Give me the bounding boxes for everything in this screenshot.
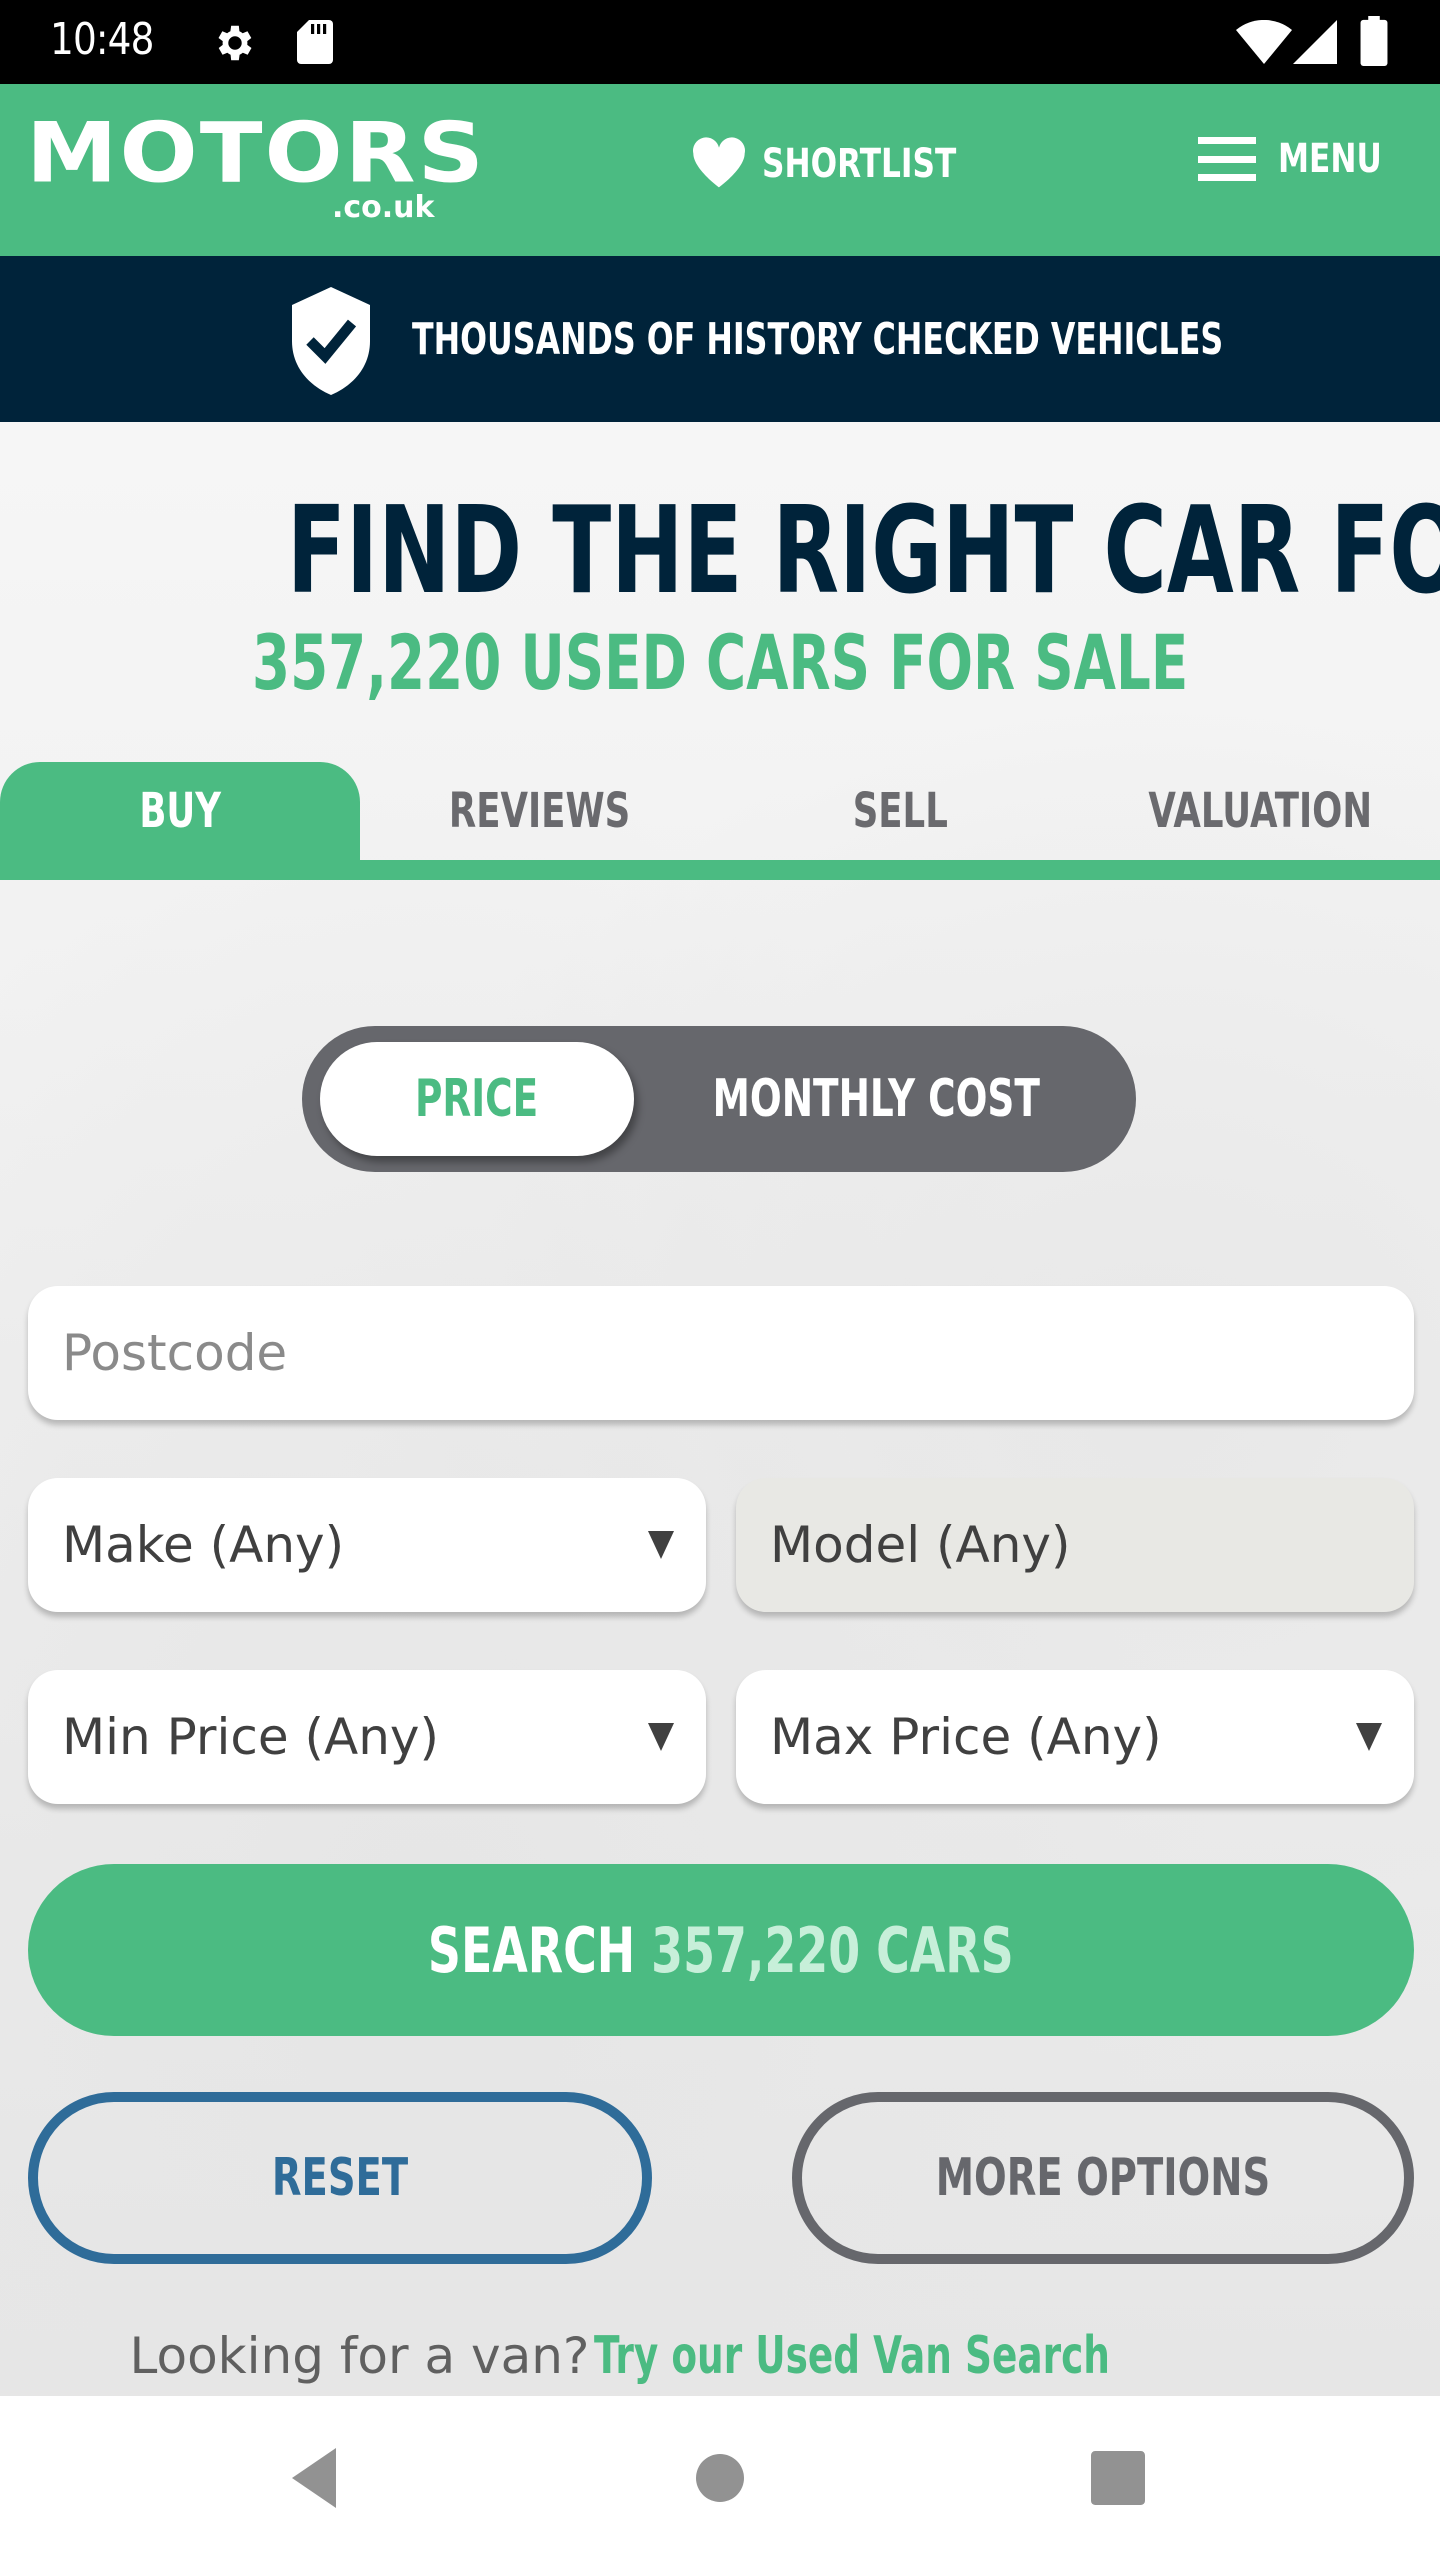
caret-down-icon [648, 1723, 674, 1751]
back-button[interactable] [238, 2396, 398, 2560]
min-price-select[interactable]: Min Price (Any) [28, 1670, 706, 1804]
make-select[interactable]: Make (Any) [28, 1478, 706, 1612]
status-bar: 10:48 [0, 0, 1440, 84]
home-icon [696, 2454, 744, 2502]
site-header: MOTORS .co.uk SHORTLIST MENU [0, 84, 1440, 256]
shortlist-label: SHORTLIST [762, 141, 957, 187]
make-value: Make (Any) [62, 1516, 345, 1574]
min-price-value: Min Price (Any) [62, 1708, 439, 1766]
gear-icon [218, 25, 252, 61]
history-checked-banner: THOUSANDS OF HISTORY CHECKED VEHICLES [0, 256, 1440, 422]
more-options-button[interactable]: MORE OPTIONS [792, 2092, 1414, 2264]
menu-label: MENU [1278, 136, 1382, 182]
hamburger-icon [1198, 137, 1256, 181]
shortlist-button[interactable]: SHORTLIST [690, 136, 1011, 192]
menu-button[interactable]: MENU [1198, 136, 1411, 182]
recents-icon [1091, 2451, 1145, 2505]
toggle-monthly-cost[interactable]: MONTHLY COST [634, 1042, 1118, 1156]
cars-for-sale-count: 357,220 USED CARS FOR SALE [251, 618, 1189, 707]
sd-card-icon [297, 20, 333, 64]
max-price-select[interactable]: Max Price (Any) [736, 1670, 1414, 1804]
heart-icon [693, 137, 745, 188]
wifi-icon [1236, 20, 1292, 64]
tab-bar: BUY REVIEWS SELL VALUATION [0, 762, 1440, 880]
search-count: 357,220 CARS [651, 1913, 1014, 1987]
tab-reviews[interactable]: REVIEWS [360, 762, 720, 880]
banner-text: THOUSANDS OF HISTORY CHECKED VEHICLES [412, 314, 1224, 365]
used-van-search-link[interactable]: Try our Used Van Search [594, 2326, 1110, 2386]
caret-down-icon [1356, 1723, 1382, 1751]
model-value: Model (Any) [770, 1516, 1071, 1574]
toggle-price[interactable]: PRICE [320, 1042, 634, 1156]
system-nav-bar [0, 2396, 1440, 2560]
reset-button[interactable]: RESET [28, 2092, 652, 2264]
search-label: SEARCH [428, 1913, 636, 1987]
postcode-input[interactable]: Postcode [28, 1286, 1414, 1420]
max-price-value: Max Price (Any) [770, 1708, 1162, 1766]
tab-sell[interactable]: SELL [720, 762, 1080, 880]
tab-buy[interactable]: BUY [0, 762, 360, 880]
van-question: Looking for a van? [129, 2327, 590, 2385]
status-time: 10:48 [50, 14, 154, 65]
model-select[interactable]: Model (Any) [736, 1478, 1414, 1612]
shield-check-icon [292, 287, 370, 395]
motors-logo[interactable]: MOTORS .co.uk [26, 104, 486, 225]
search-panel: FIND THE RIGHT CAR FOR YOU 357,220 USED … [0, 422, 1440, 2396]
recents-button[interactable] [1038, 2396, 1198, 2560]
back-icon [292, 2448, 336, 2508]
logo-wordmark: MOTORS [26, 104, 486, 202]
caret-down-icon [648, 1531, 674, 1559]
tab-valuation[interactable]: VALUATION [1080, 762, 1440, 880]
battery-icon [1360, 16, 1388, 66]
logo-tld: .co.uk [332, 190, 435, 225]
price-mode-toggle[interactable]: PRICE MONTHLY COST [302, 1026, 1136, 1172]
van-search-prompt: Looking for a van? Try our Used Van Sear… [0, 2326, 1440, 2386]
home-button[interactable] [640, 2396, 800, 2560]
page-title: FIND THE RIGHT CAR FOR YOU [286, 482, 1440, 621]
postcode-placeholder: Postcode [62, 1324, 288, 1382]
cell-signal-icon [1293, 20, 1337, 64]
search-button[interactable]: SEARCH 357,220 CARS [28, 1864, 1414, 2036]
